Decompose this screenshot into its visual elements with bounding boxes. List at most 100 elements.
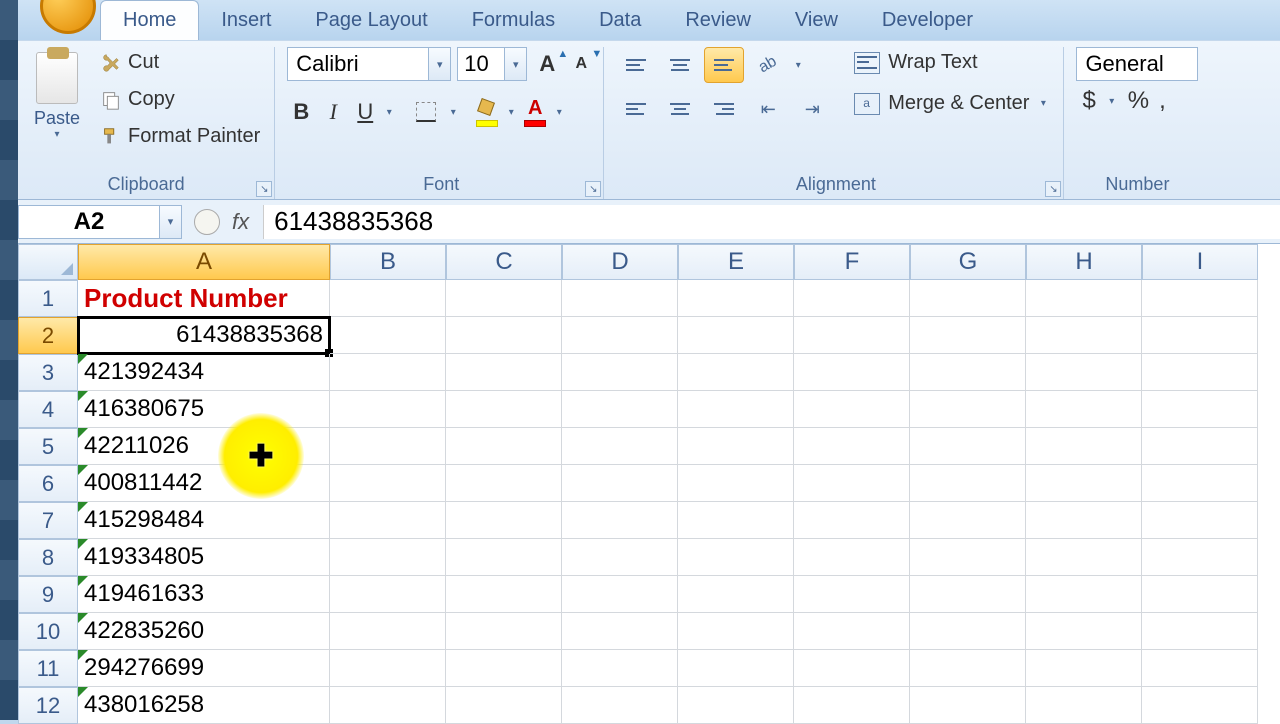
- format-painter-button[interactable]: Format Painter: [94, 121, 266, 152]
- italic-button[interactable]: I: [319, 98, 347, 126]
- font-size-combo[interactable]: 10 ▾: [457, 47, 527, 81]
- cell[interactable]: [794, 613, 910, 650]
- row-header-6[interactable]: 6: [18, 465, 78, 502]
- font-name-combo[interactable]: Calibri ▾: [287, 47, 451, 81]
- col-header-i[interactable]: I: [1142, 244, 1258, 280]
- borders-dropdown-icon[interactable]: ▾: [447, 107, 459, 118]
- merge-center-button[interactable]: Merge & Center ▾: [848, 88, 1055, 119]
- cell[interactable]: [446, 650, 562, 687]
- cell[interactable]: [1026, 391, 1142, 428]
- cell-a10[interactable]: 422835260: [78, 613, 330, 650]
- cell[interactable]: [794, 354, 910, 391]
- cell[interactable]: [330, 465, 446, 502]
- cell-a1[interactable]: Product Number: [78, 280, 330, 317]
- font-color-button[interactable]: A: [521, 95, 549, 129]
- cell[interactable]: [678, 391, 794, 428]
- row-header-4[interactable]: 4: [18, 391, 78, 428]
- cell[interactable]: [910, 502, 1026, 539]
- clipboard-launcher-icon[interactable]: ↘: [256, 181, 272, 197]
- row-header-7[interactable]: 7: [18, 502, 78, 539]
- cell[interactable]: [1026, 687, 1142, 724]
- col-header-g[interactable]: G: [910, 244, 1026, 280]
- cell[interactable]: [562, 613, 678, 650]
- cell[interactable]: [910, 613, 1026, 650]
- cell[interactable]: [1142, 280, 1258, 317]
- cell[interactable]: [446, 428, 562, 465]
- orientation-dropdown-icon[interactable]: ▾: [792, 60, 804, 71]
- row-header-5[interactable]: 5: [18, 428, 78, 465]
- cell[interactable]: [446, 502, 562, 539]
- currency-button[interactable]: $: [1082, 87, 1095, 115]
- cell[interactable]: [1142, 539, 1258, 576]
- cell-a2-selected[interactable]: 61438835368: [78, 317, 330, 354]
- cell-a9[interactable]: 419461633: [78, 576, 330, 613]
- cell[interactable]: [678, 465, 794, 502]
- cell[interactable]: [678, 317, 794, 354]
- paste-dropdown-icon[interactable]: ▾: [51, 129, 63, 140]
- cell[interactable]: [910, 354, 1026, 391]
- cell[interactable]: [1142, 576, 1258, 613]
- row-header-11[interactable]: 11: [18, 650, 78, 687]
- cell[interactable]: [1026, 502, 1142, 539]
- percent-button[interactable]: %: [1128, 87, 1149, 115]
- cut-button[interactable]: Cut: [94, 47, 266, 78]
- cell[interactable]: [446, 613, 562, 650]
- row-header-1[interactable]: 1: [18, 280, 78, 317]
- cell[interactable]: [1026, 613, 1142, 650]
- cell[interactable]: [678, 428, 794, 465]
- cell-a3[interactable]: 421392434: [78, 354, 330, 391]
- cell[interactable]: [794, 317, 910, 354]
- cell[interactable]: [910, 391, 1026, 428]
- bold-button[interactable]: B: [287, 98, 315, 126]
- font-size-dropdown-icon[interactable]: ▾: [504, 48, 526, 80]
- cell[interactable]: [794, 539, 910, 576]
- tab-review[interactable]: Review: [663, 1, 773, 40]
- cell[interactable]: [678, 539, 794, 576]
- copy-button[interactable]: Copy: [94, 84, 266, 115]
- row-header-2[interactable]: 2: [18, 317, 78, 354]
- cell-b1[interactable]: [330, 280, 446, 317]
- align-middle-button[interactable]: [660, 47, 700, 83]
- cell[interactable]: [794, 687, 910, 724]
- cell[interactable]: [910, 539, 1026, 576]
- cell[interactable]: [1142, 613, 1258, 650]
- number-format-combo[interactable]: General: [1076, 47, 1198, 81]
- cell[interactable]: [446, 317, 562, 354]
- cell[interactable]: [678, 354, 794, 391]
- underline-button[interactable]: U: [351, 98, 379, 126]
- col-header-h[interactable]: H: [1026, 244, 1142, 280]
- font-color-dropdown-icon[interactable]: ▾: [553, 107, 565, 118]
- comma-button[interactable]: ,: [1159, 87, 1166, 115]
- cell[interactable]: [562, 687, 678, 724]
- cell[interactable]: [1142, 687, 1258, 724]
- font-name-dropdown-icon[interactable]: ▾: [428, 48, 450, 80]
- cell[interactable]: [910, 576, 1026, 613]
- cell[interactable]: [794, 465, 910, 502]
- cell[interactable]: [678, 280, 794, 317]
- cell[interactable]: [562, 650, 678, 687]
- cell[interactable]: [1142, 354, 1258, 391]
- alignment-launcher-icon[interactable]: ↘: [1045, 181, 1061, 197]
- cell[interactable]: [562, 502, 678, 539]
- cell[interactable]: [562, 280, 678, 317]
- borders-button[interactable]: [409, 97, 443, 127]
- cell[interactable]: [678, 687, 794, 724]
- cell[interactable]: [562, 576, 678, 613]
- cell[interactable]: [794, 650, 910, 687]
- cell[interactable]: [446, 687, 562, 724]
- cell-a4[interactable]: 416380675: [78, 391, 330, 428]
- tab-data[interactable]: Data: [577, 1, 663, 40]
- cell[interactable]: [794, 502, 910, 539]
- tab-formulas[interactable]: Formulas: [450, 1, 577, 40]
- font-launcher-icon[interactable]: ↘: [585, 181, 601, 197]
- row-header-9[interactable]: 9: [18, 576, 78, 613]
- cell[interactable]: [330, 502, 446, 539]
- decrease-indent-button[interactable]: ⇤: [748, 91, 788, 127]
- cell[interactable]: [1142, 465, 1258, 502]
- cell[interactable]: [1026, 465, 1142, 502]
- cell[interactable]: [1026, 280, 1142, 317]
- tab-home[interactable]: Home: [100, 0, 199, 40]
- cell[interactable]: [330, 576, 446, 613]
- cell[interactable]: [330, 687, 446, 724]
- col-header-e[interactable]: E: [678, 244, 794, 280]
